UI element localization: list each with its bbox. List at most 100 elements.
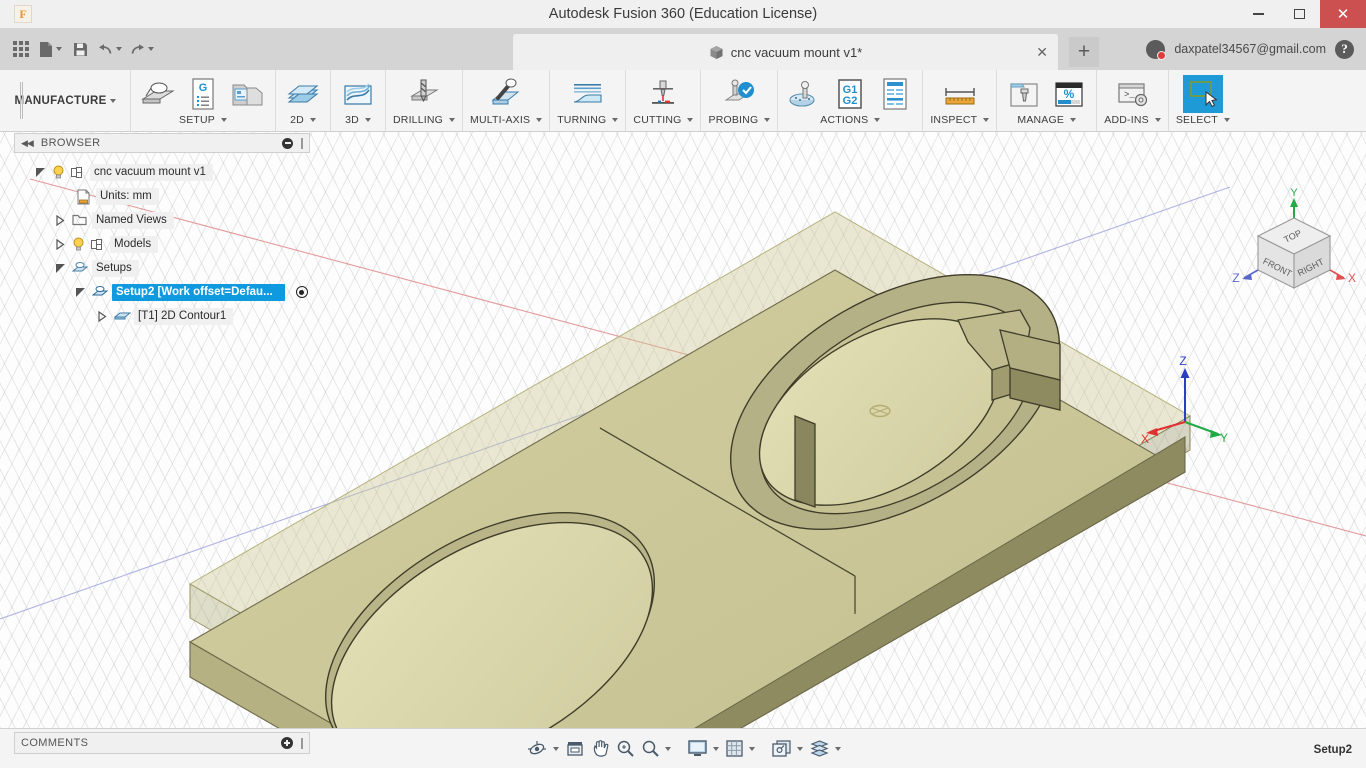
view-cube: Y TOP FRONT RIGHT Z X (1232, 187, 1356, 289)
tree-row-setups[interactable]: Setups (14, 256, 310, 280)
comments-panel[interactable]: COMMENTS (14, 732, 310, 754)
look-at-button[interactable] (563, 734, 587, 764)
triad-label-z: Z (1179, 354, 1186, 368)
collapse-icon[interactable]: ◀◀ (21, 138, 34, 149)
maximize-button[interactable] (1279, 0, 1320, 28)
ribbon-label-3d: 3D (345, 114, 359, 126)
tree-row-setup2[interactable]: Setup2 [Work offset=Defau... (14, 280, 310, 304)
light-bulb-icon[interactable] (52, 165, 65, 179)
zoom-icon (617, 740, 634, 757)
save-button[interactable] (67, 34, 93, 64)
tree-row-models[interactable]: Models (14, 232, 310, 256)
setup-icon (91, 285, 109, 300)
machining-time-icon[interactable]: % (1049, 75, 1089, 113)
tab-close-icon[interactable]: ✕ (1036, 45, 1048, 59)
tree-row-toolpath[interactable]: [T1] 2D Contour1 (14, 304, 310, 328)
ribbon-label-manage: MANAGE (1017, 114, 1065, 126)
grid-snaps-button[interactable] (723, 734, 757, 764)
browser-layout-button[interactable] (807, 734, 843, 764)
light-bulb-icon[interactable] (72, 237, 85, 251)
tree-row-document[interactable]: cnc vacuum mount v1 (14, 160, 310, 184)
ribbon-label-probing: PROBING (708, 114, 759, 126)
browser-collapse-button[interactable] (282, 137, 293, 149)
panel-grip[interactable] (301, 137, 303, 149)
file-icon (40, 41, 52, 57)
chevron-down-icon (109, 98, 116, 103)
orbit-button[interactable] (524, 734, 561, 764)
scripts-addins-icon[interactable]: >_ (1113, 75, 1153, 113)
setup-folder-icon[interactable] (228, 75, 268, 113)
viewports-icon (771, 740, 791, 757)
document-tab[interactable]: cnc vacuum mount v1* ✕ (513, 34, 1058, 70)
window-title: Autodesk Fusion 360 (Education License) (548, 6, 818, 22)
ribbon-label-inspect: INSPECT (930, 114, 978, 126)
add-comment-button[interactable] (281, 737, 293, 749)
chevron-down-icon (552, 746, 559, 751)
minimize-button[interactable] (1238, 0, 1279, 28)
chevron-down-icon (664, 746, 671, 751)
expander-closed-icon[interactable] (56, 238, 67, 250)
tool-library-icon[interactable] (1004, 75, 1044, 113)
expander-closed-icon[interactable] (56, 214, 67, 226)
drilling-icon[interactable] (404, 75, 444, 113)
expander-open-icon[interactable] (56, 263, 67, 274)
undo-button[interactable] (95, 34, 125, 64)
svg-text:G: G (199, 82, 208, 94)
chevron-down-icon (56, 47, 62, 51)
tree-label: Models (110, 235, 159, 253)
tree-row-units[interactable]: Units: mm (14, 184, 310, 208)
chevron-down-icon (1070, 118, 1077, 122)
new-file-button[interactable] (36, 34, 65, 64)
expander-open-icon[interactable] (36, 167, 47, 178)
ribbon-label-setup: SETUP (178, 114, 215, 126)
close-button[interactable]: ✕ (1320, 0, 1366, 28)
title-bar: F Autodesk Fusion 360 (Education License… (0, 0, 1366, 28)
cutting-icon[interactable] (643, 75, 683, 113)
chevron-down-icon (983, 118, 990, 122)
post-process-icon[interactable]: G1 G2 (830, 75, 870, 113)
generate-nc-icon[interactable]: G (183, 75, 223, 113)
pan-button[interactable] (589, 734, 612, 764)
setup-icon[interactable] (138, 75, 178, 113)
display-settings-button[interactable] (685, 734, 721, 764)
panel-grip[interactable] (301, 737, 303, 749)
toolpath-3d-icon[interactable] (338, 75, 378, 113)
redo-button[interactable] (127, 34, 157, 64)
chevron-down-icon (612, 118, 619, 122)
ribbon-group-turning: TURNING (549, 70, 625, 131)
tree-row-named-views[interactable]: Named Views (14, 208, 310, 232)
chevron-down-icon (536, 118, 543, 122)
chevron-down-icon (712, 746, 719, 751)
measure-icon[interactable] (940, 75, 980, 113)
turning-icon[interactable] (568, 75, 608, 113)
active-setup-radio[interactable] (295, 286, 308, 298)
zoom-button[interactable] (614, 734, 637, 764)
grid-snaps-icon (725, 740, 743, 757)
multi-axis-icon[interactable] (486, 75, 526, 113)
select-window-icon[interactable] (1182, 75, 1223, 113)
expander-open-icon[interactable] (76, 287, 87, 298)
setup-sheet-icon[interactable] (875, 75, 915, 113)
zoom-window-button[interactable] (639, 734, 673, 764)
folder-icon (72, 213, 87, 228)
document-tab-title: cnc vacuum mount v1* (730, 44, 863, 60)
chevron-down-icon (148, 47, 154, 51)
simulate-icon[interactable] (785, 75, 825, 113)
probing-icon[interactable] (719, 75, 759, 113)
toolpath-2d-icon[interactable] (283, 75, 323, 113)
ribbon-label-2d: 2D (290, 114, 304, 126)
new-tab-button[interactable]: + (1069, 37, 1099, 67)
ribbon-label-cutting: CUTTING (633, 114, 682, 126)
workspace-switcher[interactable]: MANUFACTURE (0, 70, 130, 131)
viewports-button[interactable] (769, 734, 805, 764)
ribbon-group-cutting: CUTTING (625, 70, 700, 131)
account-email[interactable]: daxpatel34567@gmail.com (1174, 42, 1326, 56)
app-grid-button[interactable] (8, 34, 34, 64)
help-icon[interactable]: ? (1335, 39, 1354, 59)
job-status-icon[interactable] (1146, 39, 1167, 60)
expander-closed-icon[interactable] (98, 310, 109, 322)
chevron-down-icon (1223, 118, 1230, 122)
triad-label-y: Y (1220, 431, 1228, 445)
chevron-down-icon (764, 118, 771, 122)
look-at-icon (566, 741, 583, 756)
